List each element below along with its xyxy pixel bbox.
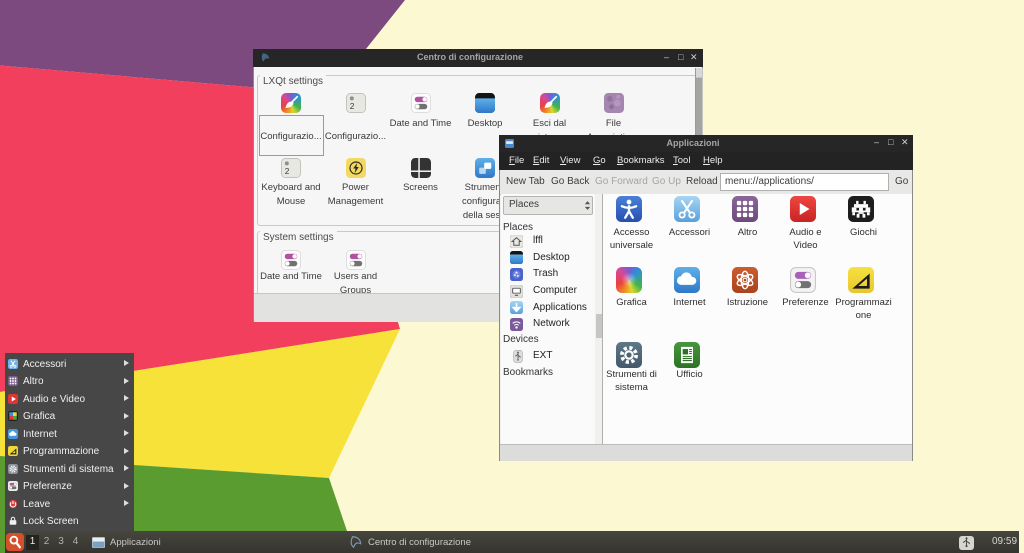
svg-text:2: 2 <box>285 166 290 176</box>
svg-text:2: 2 <box>349 101 354 111</box>
